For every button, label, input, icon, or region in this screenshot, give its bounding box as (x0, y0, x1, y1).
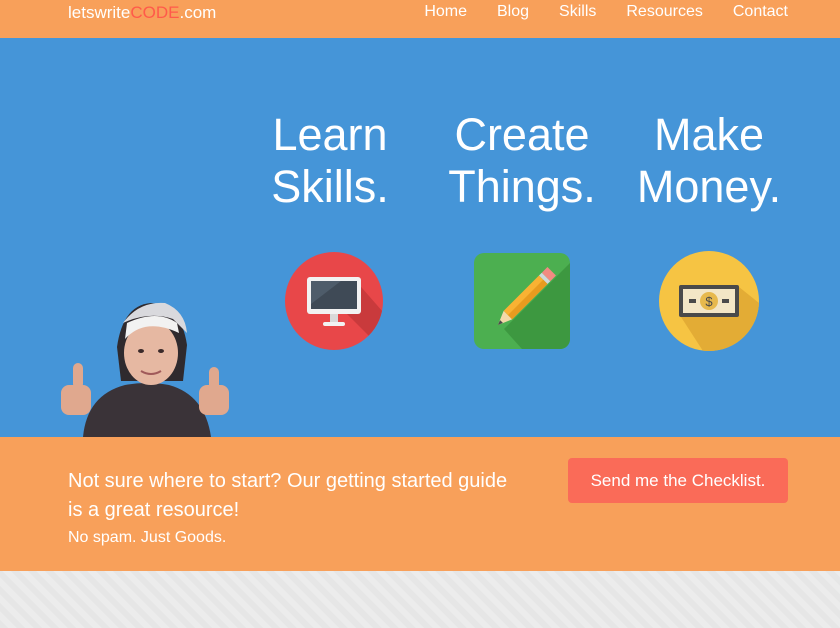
tagline-make-line1: Make (653, 109, 765, 160)
person-thumbs-up-image (53, 293, 241, 437)
tagline-learn-line2: Skills. (271, 161, 389, 212)
top-nav: letswriteCODE.com Home Blog Skills Resou… (0, 0, 840, 38)
paper-texture-footer (0, 571, 840, 628)
logo-part-1: letswrite (68, 3, 131, 22)
logo-part-2: CODE (130, 3, 180, 22)
main-menu: Home Blog Skills Resources Contact (424, 3, 788, 21)
nav-home[interactable]: Home (424, 3, 467, 21)
hero-section: Learn Skills. Create Things. Make Money. (0, 38, 840, 437)
tagline-learn: Learn Skills. (262, 109, 398, 213)
cta-section: Not sure where to start? Our getting sta… (0, 437, 840, 571)
pencil-icon (474, 253, 570, 349)
site-logo[interactable]: letswriteCODE.com (68, 3, 216, 23)
nav-skills[interactable]: Skills (559, 3, 596, 21)
cta-subtext: No spam. Just Goods. (68, 529, 227, 546)
tagline-make-line2: Money. (636, 161, 782, 212)
nav-resources[interactable]: Resources (626, 3, 702, 21)
send-checklist-button[interactable]: Send me the Checklist. (568, 458, 788, 503)
cta-message: Not sure where to start? Our getting sta… (68, 470, 508, 521)
tagline-make: Make Money. (628, 109, 790, 213)
money-icon: $ (659, 251, 759, 351)
tagline-create-line1: Create (454, 109, 590, 160)
tagline-learn-line1: Learn (272, 109, 388, 160)
nav-blog[interactable]: Blog (497, 3, 529, 21)
tagline-create: Create Things. (440, 109, 604, 213)
monitor-icon (285, 252, 383, 350)
svg-text:$: $ (705, 294, 713, 309)
tagline-create-line2: Things. (448, 161, 596, 212)
logo-part-3: .com (179, 3, 217, 22)
nav-contact[interactable]: Contact (733, 3, 788, 21)
